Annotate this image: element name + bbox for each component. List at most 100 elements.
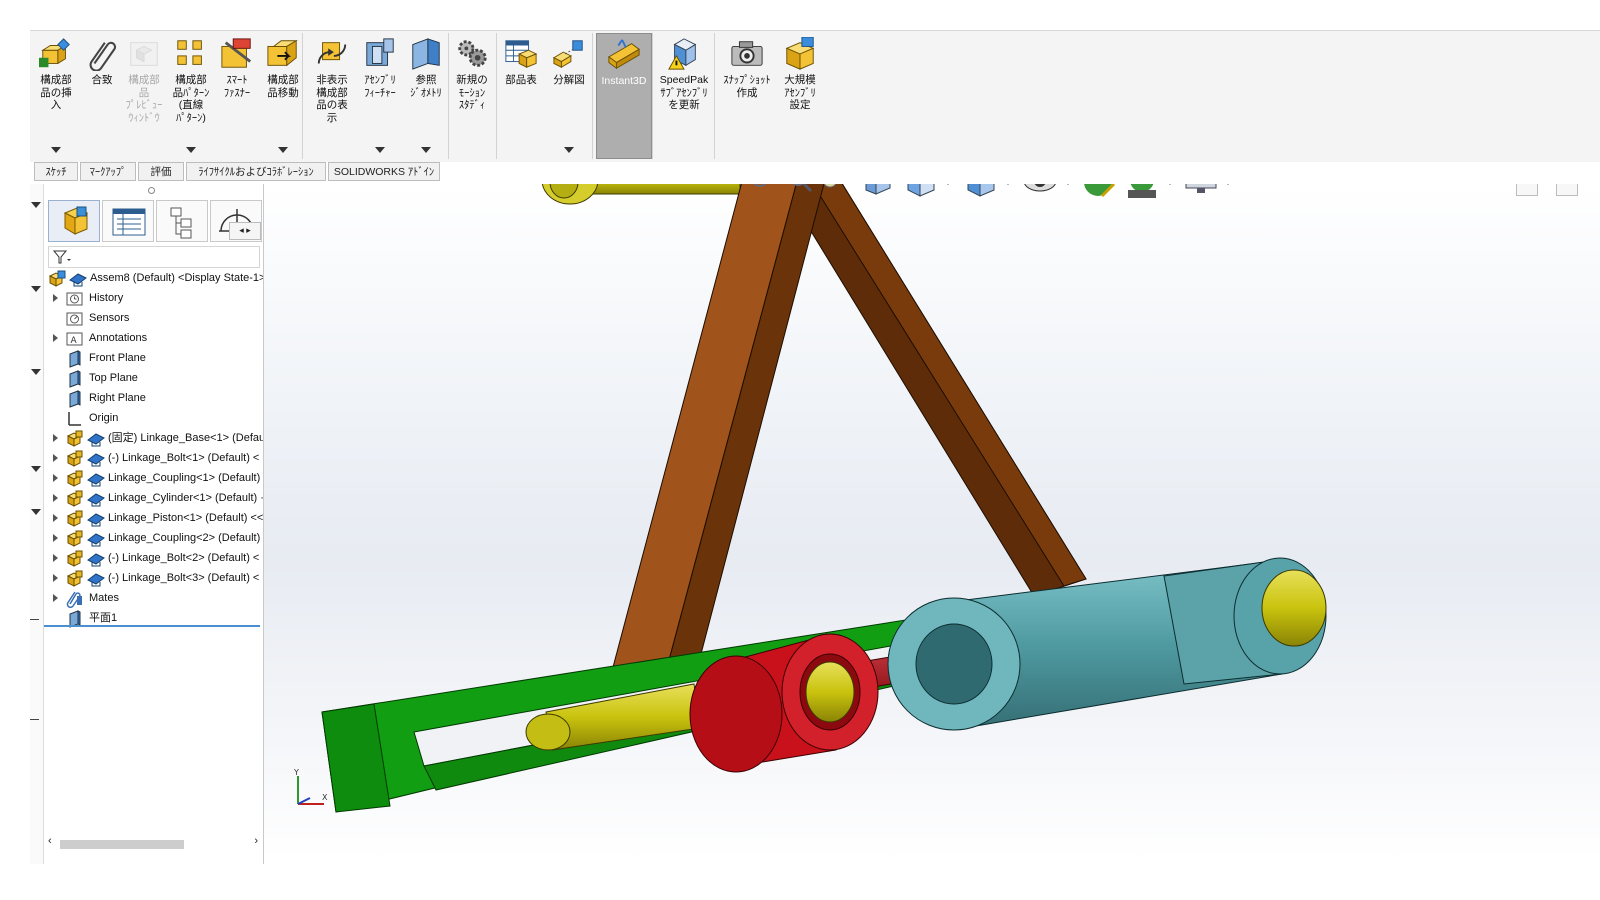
tree-feature-item[interactable]: Front Plane xyxy=(44,348,263,368)
expand-arrow-icon[interactable] xyxy=(53,534,58,542)
mate-button[interactable]: 合致 xyxy=(84,33,120,159)
exploded-view-dropdown-caret[interactable] xyxy=(564,147,574,153)
tree-component-item[interactable]: (-) Linkage_Bolt<2> (Default) < xyxy=(44,548,263,568)
linear-pattern-dropdown-caret[interactable] xyxy=(186,147,196,153)
command-tab-2[interactable]: 評価 xyxy=(138,162,184,181)
expand-arrow-icon[interactable] xyxy=(53,514,58,522)
tree-feature-item[interactable]: Sensors xyxy=(44,308,263,328)
tree-component-item[interactable]: (-) Linkage_Bolt<3> (Default) < xyxy=(44,568,263,588)
linkage-cylinder[interactable] xyxy=(887,557,1327,731)
expand-arrow-icon[interactable] xyxy=(53,474,58,482)
zoom-to-area-icon[interactable] xyxy=(786,184,814,194)
assembly-features-button[interactable]: ｱｾﾝﾌﾞﾘ ﾌｨｰﾁｬｰ xyxy=(360,33,400,159)
assembly-features-label: ｱｾﾝﾌﾞﾘ ﾌｨｰﾁｬｰ xyxy=(364,74,396,99)
expand-arrow-icon[interactable] xyxy=(53,434,58,442)
display-state-icon xyxy=(87,493,105,507)
feature-manager-tab[interactable] xyxy=(48,200,100,242)
top-bolt[interactable] xyxy=(541,184,741,205)
edit-appearance-icon[interactable] xyxy=(1082,184,1116,200)
tree-item-label: Top Plane xyxy=(89,372,138,384)
scroll-right-icon[interactable]: › xyxy=(254,835,258,847)
smart-fasteners-button[interactable]: ｽﾏｰﾄ ﾌｧｽﾅｰ xyxy=(218,33,256,159)
section-view-icon[interactable] xyxy=(862,184,892,196)
take-snapshot-button[interactable]: ｽﾅｯﾌﾟｼｮｯﾄ 作成 xyxy=(718,33,776,159)
gutter-collapse-icon[interactable] xyxy=(31,202,41,208)
command-tab-0[interactable]: ｽｹｯﾁ xyxy=(34,162,78,181)
configuration-icon xyxy=(170,207,192,239)
view-settings-caret[interactable] xyxy=(1224,184,1232,185)
hide-show-items-icon[interactable] xyxy=(1022,184,1058,196)
reference-geometry-dropdown-caret[interactable] xyxy=(421,147,431,153)
linkage-bar-front[interactable] xyxy=(607,184,826,697)
tree-feature-item[interactable]: Right Plane xyxy=(44,388,263,408)
assembly-features-dropdown-caret[interactable] xyxy=(375,147,385,153)
tree-feature-item[interactable]: A Annotations xyxy=(44,328,263,348)
linear-pattern-button[interactable]: 構成部 品ﾊﾟﾀｰﾝ (直線 ﾊﾟﾀｰﾝ) xyxy=(170,33,212,159)
linkage-bar-back[interactable] xyxy=(776,184,1087,597)
panel-grip-icon[interactable] xyxy=(148,187,155,194)
command-tab-1[interactable]: ﾏｰｸｱｯﾌﾟ xyxy=(80,162,136,181)
tree-root-assembly[interactable]: Assem8 (Default) <Display State-1> xyxy=(44,268,263,288)
instant3d-button[interactable]: Instant3D xyxy=(596,33,652,159)
tree-filter[interactable] xyxy=(48,246,260,268)
manager-tab-scroll-arrows[interactable]: ◂ ▸ xyxy=(229,222,261,240)
bill-of-materials-button[interactable]: 部品表 xyxy=(500,33,542,159)
gutter-collapse-icon[interactable] xyxy=(31,466,41,472)
assembly-model[interactable] xyxy=(264,184,1600,860)
rollback-bar[interactable] xyxy=(44,625,260,627)
insert-components-dropdown-caret[interactable] xyxy=(51,147,61,153)
gutter-tick xyxy=(30,619,39,620)
viewport-maximize-button[interactable] xyxy=(1556,184,1578,196)
exploded-view-button[interactable]: 分解図 xyxy=(546,33,592,159)
view-orientation-caret[interactable] xyxy=(944,184,952,185)
reference-geometry-button[interactable]: 参照 ｼﾞｵﾒﾄﾘ xyxy=(406,33,446,159)
scroll-left-icon[interactable]: ‹ xyxy=(48,835,52,847)
expand-arrow-icon[interactable] xyxy=(53,334,58,342)
insert-components-button[interactable]: 構成部 品の挿 入 xyxy=(36,33,76,159)
expand-arrow-icon[interactable] xyxy=(53,574,58,582)
expand-arrow-icon[interactable] xyxy=(53,594,58,602)
display-style-icon[interactable] xyxy=(964,184,996,198)
tree-component-item[interactable]: Linkage_Coupling<2> (Default) xyxy=(44,528,263,548)
move-component-button[interactable]: 構成部 品移動 xyxy=(262,33,304,159)
property-manager-tab[interactable] xyxy=(102,200,154,242)
tree-component-item[interactable]: Linkage_Cylinder<1> (Default) · xyxy=(44,488,263,508)
zoom-to-fit-icon[interactable] xyxy=(748,184,776,194)
new-motion-study-button[interactable]: 新規の ﾓｰｼｮﾝ ｽﾀﾃﾞｨ xyxy=(450,33,494,159)
tree-feature-item[interactable]: Origin xyxy=(44,408,263,428)
tree-feature-item[interactable]: Top Plane xyxy=(44,368,263,388)
expand-arrow-icon[interactable] xyxy=(53,494,58,502)
gutter-collapse-icon[interactable] xyxy=(31,509,41,515)
viewport-split-button[interactable] xyxy=(1516,184,1538,196)
gutter-collapse-icon[interactable] xyxy=(31,286,41,292)
configuration-manager-tab[interactable] xyxy=(156,200,208,242)
large-assembly-button[interactable]: 大規模 ｱｾﾝﾌﾞﾘ 設定 xyxy=(780,33,820,159)
tree-feature-item[interactable]: Mates xyxy=(44,588,263,608)
view-orientation-icon[interactable] xyxy=(904,184,936,198)
tree-component-item[interactable]: (固定) Linkage_Base<1> (Defau xyxy=(44,428,263,448)
display-style-caret[interactable] xyxy=(1004,184,1012,185)
gutter-collapse-icon[interactable] xyxy=(31,369,41,375)
expand-arrow-icon[interactable] xyxy=(53,454,58,462)
move-component-dropdown-caret[interactable] xyxy=(278,147,288,153)
scroll-thumb[interactable] xyxy=(60,840,184,849)
apply-scene-caret[interactable] xyxy=(1166,184,1174,185)
show-hidden-button[interactable]: 非表示 構成部 品の表 示 xyxy=(310,33,354,159)
apply-scene-icon[interactable] xyxy=(1124,184,1160,200)
command-tab-3[interactable]: ﾗｲﾌｻｲｸﾙおよびｺﾗﾎﾞﾚｰｼｮﾝ xyxy=(186,162,326,181)
hide-show-caret[interactable] xyxy=(1064,184,1072,185)
view-settings-icon[interactable] xyxy=(1184,184,1218,196)
ribbon-separator xyxy=(448,33,449,159)
command-tab-4[interactable]: SOLIDWORKS ｱﾄﾞｲﾝ xyxy=(328,162,440,181)
expand-arrow-icon[interactable] xyxy=(53,554,58,562)
tree-component-item[interactable]: Linkage_Piston<1> (Default) << xyxy=(44,508,263,528)
update-speedpak-button[interactable]: SpeedPak ｻﾌﾞｱｾﾝﾌﾞﾘ を更新 xyxy=(656,33,712,159)
graphics-area[interactable]: Y X xyxy=(264,184,1600,860)
tree-horizontal-scrollbar[interactable]: ‹ › xyxy=(46,835,260,852)
tree-component-item[interactable]: Linkage_Coupling<1> (Default) xyxy=(44,468,263,488)
tree-item-label: Right Plane xyxy=(89,392,146,404)
tree-component-item[interactable]: (-) Linkage_Bolt<1> (Default) < xyxy=(44,448,263,468)
previous-view-icon[interactable] xyxy=(820,184,854,194)
tree-feature-item[interactable]: History xyxy=(44,288,263,308)
expand-arrow-icon[interactable] xyxy=(53,294,58,302)
